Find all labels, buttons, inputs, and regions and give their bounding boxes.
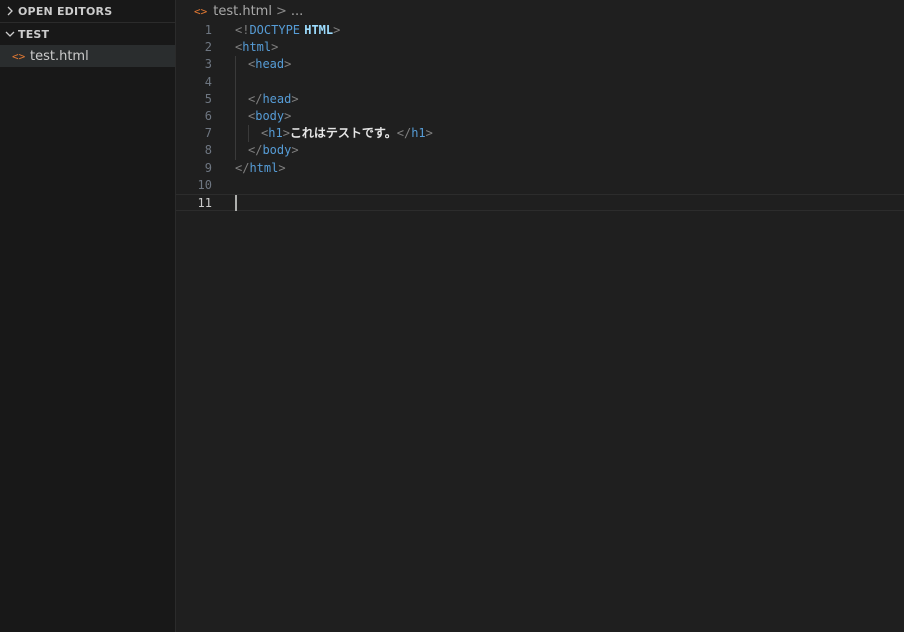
code-line[interactable]: 7 <h1>これはテストです。</h1> bbox=[176, 125, 904, 143]
code-token: > bbox=[284, 108, 292, 123]
indent-guide bbox=[248, 125, 261, 143]
code-line[interactable]: 11 bbox=[176, 193, 904, 212]
code-line[interactable]: 10 bbox=[176, 177, 904, 194]
line-content: <head> bbox=[235, 56, 292, 74]
code-line[interactable]: 1 <!DOCTYPE HTML> bbox=[176, 22, 904, 39]
line-content: </html> bbox=[235, 160, 286, 177]
code-token: > bbox=[284, 57, 292, 72]
line-content: <html> bbox=[235, 39, 278, 56]
line-number: 8 bbox=[204, 143, 212, 158]
code-token: body bbox=[255, 108, 285, 123]
text-cursor bbox=[235, 195, 237, 212]
folder-header[interactable]: TEST bbox=[0, 23, 175, 45]
explorer-sidebar: OPEN EDITORS TEST <> test.html bbox=[0, 0, 176, 632]
breadcrumb-separator-icon: > bbox=[275, 3, 287, 19]
code-token: h1 bbox=[268, 126, 283, 141]
code-token: h1 bbox=[411, 126, 426, 141]
line-content: </head> bbox=[235, 90, 299, 108]
line-content: <!DOCTYPE HTML> bbox=[235, 22, 340, 39]
code-line[interactable]: 9 </html> bbox=[176, 160, 904, 177]
code-token: head bbox=[262, 91, 292, 106]
chevron-down-icon bbox=[2, 29, 18, 39]
line-number: 5 bbox=[204, 91, 212, 106]
line-number: 2 bbox=[204, 40, 212, 55]
folder-label: TEST bbox=[18, 27, 50, 41]
code-editor[interactable]: <> test.html > ... 1 <!DOCTYPE HTML> 2 <htm… bbox=[176, 0, 904, 632]
breadcrumb-file[interactable]: test.html bbox=[213, 4, 272, 19]
code-token: <! bbox=[235, 23, 250, 37]
code-token: </ bbox=[396, 126, 412, 141]
file-item-label: test.html bbox=[30, 48, 89, 64]
open-editors-label: OPEN EDITORS bbox=[18, 4, 113, 18]
indent-guide bbox=[235, 90, 248, 108]
code-token: </ bbox=[248, 143, 263, 158]
code-token: HTML bbox=[304, 23, 334, 37]
line-number: 10 bbox=[197, 177, 212, 192]
line-number: 7 bbox=[204, 126, 212, 141]
code-token: DOCTYPE bbox=[249, 23, 301, 37]
code-token: > bbox=[333, 23, 341, 37]
code-token: > bbox=[282, 126, 290, 141]
code-token: head bbox=[255, 57, 285, 72]
line-number: 9 bbox=[204, 160, 212, 175]
code-token: > bbox=[271, 40, 279, 55]
html-file-icon: <> bbox=[194, 4, 208, 18]
code-area[interactable]: 1 <!DOCTYPE HTML> 2 <html> 3 <head> 4 5 </head> 6… bbox=[176, 22, 904, 212]
code-line[interactable]: 6 <body> bbox=[176, 107, 904, 126]
line-content bbox=[235, 195, 237, 212]
line-content: <h1>これはテストです。</h1> bbox=[235, 125, 433, 143]
code-line[interactable]: 3 <head> bbox=[176, 56, 904, 74]
code-token: body bbox=[262, 143, 292, 158]
line-number: 4 bbox=[204, 74, 212, 89]
indent-guide bbox=[235, 73, 248, 91]
code-line[interactable]: 2 <html> bbox=[176, 39, 904, 56]
code-token: html bbox=[249, 160, 279, 175]
line-number: 1 bbox=[204, 23, 212, 37]
chevron-right-icon bbox=[2, 6, 18, 16]
indent-guide bbox=[235, 107, 248, 126]
code-line[interactable]: 5 </head> bbox=[176, 90, 904, 108]
breadcrumb: <> test.html > ... bbox=[176, 0, 904, 22]
line-number: 3 bbox=[204, 57, 212, 72]
indent-guide bbox=[235, 125, 248, 143]
open-editors-header[interactable]: OPEN EDITORS bbox=[0, 0, 175, 22]
code-token: html bbox=[242, 40, 272, 55]
html-file-icon: <> bbox=[12, 49, 26, 63]
line-content: </body> bbox=[235, 142, 299, 160]
code-line[interactable]: 4 bbox=[176, 73, 904, 91]
line-content bbox=[235, 73, 248, 91]
line-number: 6 bbox=[204, 108, 212, 123]
code-token: </ bbox=[248, 91, 263, 106]
breadcrumb-symbols[interactable]: ... bbox=[291, 4, 303, 19]
indent-guide bbox=[235, 56, 248, 74]
code-token: これはテストです。 bbox=[289, 126, 397, 141]
code-token: > bbox=[425, 126, 433, 141]
code-token: > bbox=[291, 91, 299, 106]
code-token: > bbox=[291, 143, 299, 158]
indent-guide bbox=[235, 142, 248, 160]
code-line[interactable]: 8 </body> bbox=[176, 142, 904, 160]
vscode-window: OPEN EDITORS TEST <> test.html <> test.h… bbox=[0, 0, 904, 632]
code-token: > bbox=[278, 160, 286, 175]
line-content: <body> bbox=[235, 107, 292, 126]
line-number: 11 bbox=[197, 195, 212, 210]
file-item-test-html[interactable]: <> test.html bbox=[0, 45, 175, 67]
code-token: </ bbox=[235, 160, 250, 175]
